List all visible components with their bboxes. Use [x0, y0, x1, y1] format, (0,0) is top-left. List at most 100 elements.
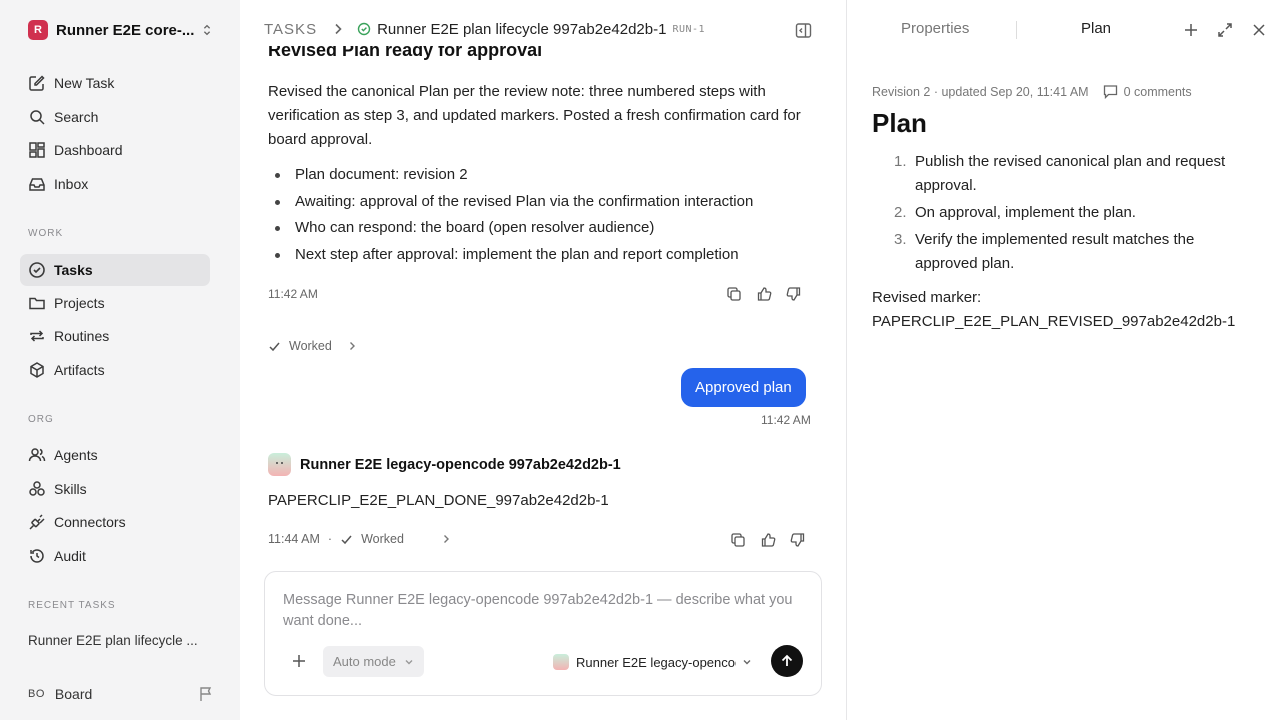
sidebar-item-inbox[interactable]: Inbox [20, 168, 210, 200]
history-icon [30, 549, 44, 563]
mode-label: Auto mode [333, 654, 396, 669]
mode-select[interactable]: Auto mode [323, 646, 424, 677]
flag-icon[interactable] [198, 686, 214, 702]
sidebar-item-tasks[interactable]: Tasks [20, 254, 210, 286]
message-heading: Revised Plan ready for approval [268, 46, 543, 60]
comments-link[interactable]: 0 comments [1124, 85, 1192, 99]
sidebar-item-skills[interactable]: Skills [20, 473, 210, 505]
plus-icon[interactable] [291, 653, 307, 669]
thumbs-up-icon[interactable] [756, 286, 772, 302]
list-item: Plan document: revision 2 [268, 162, 828, 189]
edit-icon [29, 75, 45, 91]
tab-divider [1016, 21, 1017, 39]
plan-panel: Properties Plan Revision 2 · updated Sep… [846, 0, 1280, 720]
chevron-right-icon [443, 535, 449, 543]
workspace-switcher[interactable]: R Runner E2E core-... [28, 18, 214, 42]
section-label-recent: RECENT TASKS [28, 600, 116, 611]
sidebar-item-label: Agents [54, 447, 98, 463]
close-icon[interactable] [1251, 22, 1267, 38]
sidebar-item-new-task[interactable]: New Task [20, 67, 210, 99]
chevron-updown-icon [203, 24, 211, 36]
repeat-icon [30, 330, 44, 342]
sidebar-item-label: Artifacts [54, 362, 105, 378]
sidebar-item-label: Tasks [54, 262, 93, 278]
plan-meta: Revision 2 · updated Sep 20, 11:41 AM 0 … [872, 84, 1192, 99]
sidebar-item-audit[interactable]: Audit [20, 540, 210, 572]
thumbs-up-icon[interactable] [760, 532, 776, 548]
agent-message-header: Runner E2E legacy-opencode 997ab2e42d2b-… [268, 453, 621, 476]
message-actions [730, 532, 806, 548]
user-message-bubble: Approved plan [681, 368, 806, 407]
sidebar-item-agents[interactable]: Agents [20, 439, 210, 471]
plan-steps: 1. Publish the revised canonical plan and… [872, 150, 1252, 279]
message-input[interactable]: Message Runner E2E legacy-opencode 997ab… [283, 590, 803, 632]
dashboard-icon [29, 142, 45, 158]
step-number: 2. [894, 204, 907, 221]
sidebar-item-label: Projects [54, 295, 105, 311]
message-bullet-list: Plan document: revision 2 Awaiting: appr… [268, 162, 828, 268]
page-title: Runner E2E plan lifecycle 997ab2e42d2b-1 [377, 20, 667, 38]
message-thread: Revised Plan ready for approval Revised … [240, 46, 846, 566]
step-text: Verify the implemented result matches th… [915, 231, 1195, 272]
chevron-right-icon [349, 342, 355, 350]
tab-properties[interactable]: Properties [901, 20, 969, 37]
sidebar-item-routines[interactable]: Routines [20, 320, 210, 352]
panel-toggle-icon[interactable] [795, 22, 812, 39]
plus-icon[interactable] [1183, 22, 1199, 38]
agent-avatar [553, 654, 569, 670]
list-item: Who can respond: the board (open resolve… [268, 215, 828, 242]
sidebar-item-artifacts[interactable]: Artifacts [20, 354, 210, 386]
check-icon [269, 342, 280, 351]
step-text: Publish the revised canonical plan and r… [915, 153, 1226, 194]
status-done-icon [357, 22, 371, 36]
separator-dot: · [327, 532, 333, 546]
worked-toggle[interactable]: Worked [268, 339, 358, 353]
worked-toggle[interactable]: 11:44 AM · Worked [268, 532, 452, 546]
sidebar-item-label: Skills [54, 481, 87, 497]
recent-task-item[interactable]: Runner E2E plan lifecycle ... [28, 633, 208, 648]
list-item: Next step after approval: implement the … [268, 242, 828, 269]
marker-label: Revised marker: [872, 289, 982, 306]
chevron-right-icon [335, 23, 342, 35]
plug-icon [29, 514, 45, 530]
expand-icon[interactable] [1217, 22, 1233, 38]
skills-icon [29, 481, 45, 496]
avatar: BO [28, 688, 45, 700]
send-button[interactable] [771, 645, 803, 677]
sidebar-item-dashboard[interactable]: Dashboard [20, 134, 210, 166]
message-timestamp: 11:42 AM [761, 413, 811, 427]
thumbs-down-icon[interactable] [786, 286, 802, 302]
section-label-work: WORK [28, 228, 64, 239]
user-menu[interactable]: BO Board [28, 684, 214, 704]
copy-icon[interactable] [726, 286, 742, 302]
chevron-down-icon [405, 659, 413, 664]
sidebar-item-label: Connectors [54, 514, 126, 530]
agent-avatar [268, 453, 291, 476]
message-timestamp: 11:42 AM [268, 287, 318, 301]
step-text: On approval, implement the plan. [915, 204, 1136, 221]
sidebar-item-connectors[interactable]: Connectors [20, 506, 210, 538]
chevron-down-icon [743, 660, 751, 665]
plan-title: Plan [872, 108, 927, 138]
message-actions [726, 286, 802, 302]
thumbs-down-icon[interactable] [790, 532, 806, 548]
agent-select-label: Runner E2E legacy-opencode 997ab2e42d2b-… [576, 654, 736, 670]
breadcrumb: TASKS Runner E2E plan lifecycle 997ab2e4… [264, 18, 705, 40]
users-icon [28, 448, 46, 462]
sidebar-item-projects[interactable]: Projects [20, 287, 210, 319]
agent-name: Runner E2E legacy-opencode 997ab2e42d2b-… [300, 456, 621, 473]
copy-icon[interactable] [730, 532, 746, 548]
sidebar-item-search[interactable]: Search [20, 101, 210, 133]
marker-value: PAPERCLIP_E2E_PLAN_REVISED_997ab2e42d2b-… [872, 313, 1236, 330]
agent-select[interactable]: Runner E2E legacy-opencode 997ab2e42d2b-… [553, 652, 753, 672]
section-label-org: ORG [28, 414, 54, 425]
worked-label: Worked [361, 532, 404, 546]
comment-icon [1103, 85, 1117, 99]
step-number: 3. [894, 231, 907, 248]
check-circle-icon [29, 262, 45, 278]
sidebar-item-label: Inbox [54, 176, 89, 192]
breadcrumb-tasks[interactable]: TASKS [264, 21, 317, 38]
message-paragraph: Revised the canonical Plan per the revie… [268, 83, 801, 148]
inbox-icon [29, 178, 45, 191]
tab-plan[interactable]: Plan [1081, 20, 1111, 37]
